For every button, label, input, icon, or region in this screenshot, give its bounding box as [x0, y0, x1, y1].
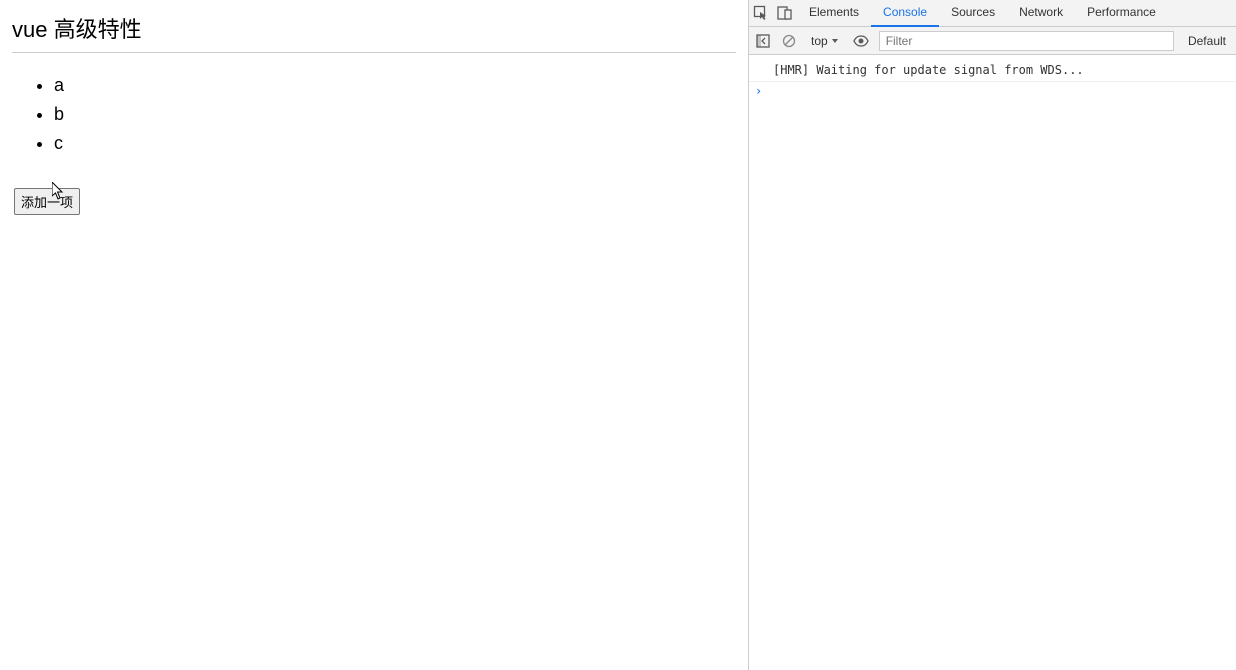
clear-console-icon[interactable] [781, 33, 797, 49]
console-prompt[interactable]: › [749, 82, 1236, 100]
list-item: b [54, 100, 736, 129]
list-item: c [54, 129, 736, 158]
page-content: vue 高级特性 a b c 添加一项 [0, 0, 748, 670]
prompt-arrow-icon: › [755, 84, 762, 98]
filter-input[interactable] [879, 31, 1174, 51]
console-log-text: [HMR] Waiting for update signal from WDS… [773, 61, 1084, 79]
context-selector[interactable]: top [807, 34, 843, 48]
toggle-sidebar-icon[interactable] [755, 33, 771, 49]
console-toolbar: top Default [749, 27, 1236, 55]
log-levels-selector[interactable]: Default [1184, 34, 1230, 48]
page-title: vue 高级特性 [12, 12, 736, 53]
tab-elements[interactable]: Elements [797, 0, 871, 27]
devtools-tabs: Elements Console Sources Network Perform… [749, 0, 1236, 27]
tab-performance[interactable]: Performance [1075, 0, 1168, 27]
context-label: top [811, 34, 828, 48]
chevron-down-icon [831, 34, 839, 48]
devtools-panel: Elements Console Sources Network Perform… [748, 0, 1236, 670]
console-output: [HMR] Waiting for update signal from WDS… [749, 55, 1236, 670]
live-expression-icon[interactable] [853, 33, 869, 49]
item-list: a b c [12, 71, 736, 158]
inspect-element-icon[interactable] [753, 5, 769, 21]
tab-network[interactable]: Network [1007, 0, 1075, 27]
console-log-entry: [HMR] Waiting for update signal from WDS… [749, 59, 1236, 82]
device-toolbar-icon[interactable] [777, 5, 793, 21]
tab-console[interactable]: Console [871, 0, 939, 27]
tab-sources[interactable]: Sources [939, 0, 1007, 27]
add-item-button[interactable]: 添加一项 [14, 188, 80, 215]
list-item: a [54, 71, 736, 100]
